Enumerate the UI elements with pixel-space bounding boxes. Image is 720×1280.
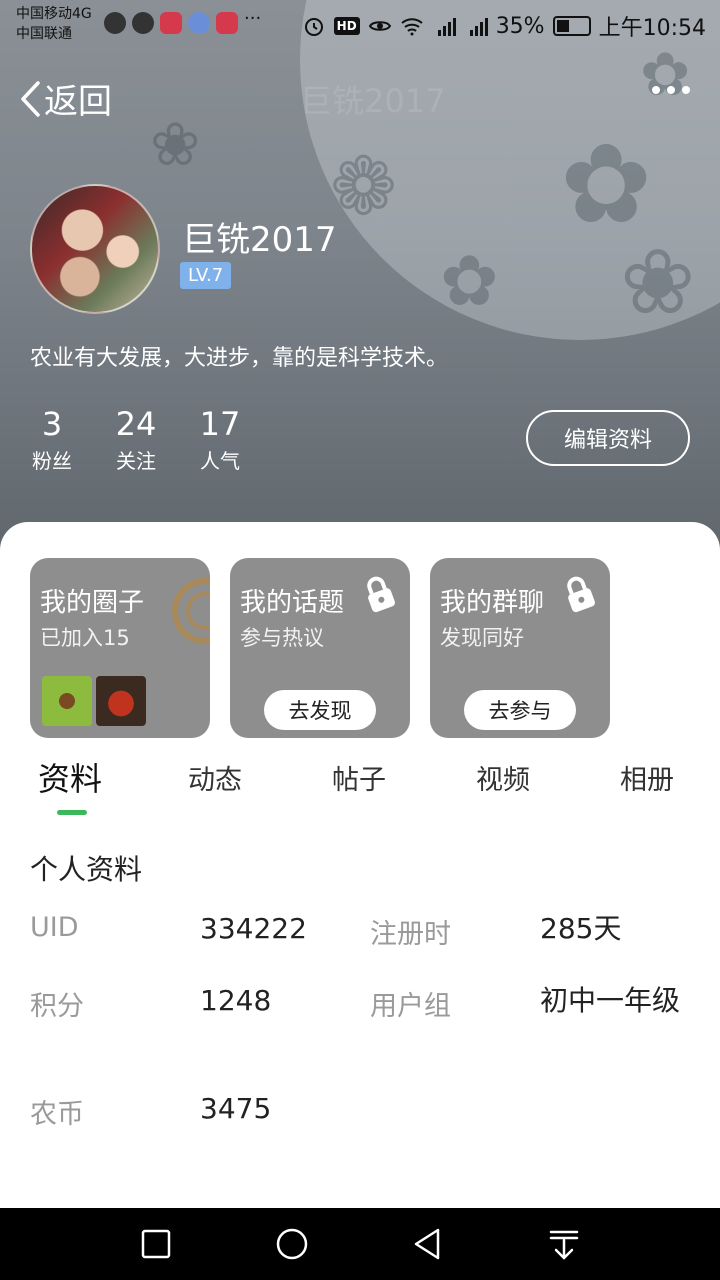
carrier-info: 中国移动4G 中国联通 — [16, 4, 92, 44]
circle-ring-icon — [172, 578, 210, 644]
card-title: 我的话题 — [240, 588, 345, 618]
chat-icon — [132, 12, 154, 34]
username: 巨铣2017 — [182, 220, 337, 260]
background-flower: ❀ — [620, 230, 696, 335]
background-flower: ❁ — [330, 140, 398, 233]
stat-popularity[interactable]: 17 人气 — [190, 404, 250, 476]
coin-value: 3475 — [200, 1092, 272, 1125]
stat-value: 24 — [115, 405, 157, 443]
user-group-label: 用户组 — [370, 991, 451, 1022]
status-bar: 中国移动4G 中国联通 ··· HD 35% 上午10:54 — [0, 0, 720, 50]
system-nav-bar — [0, 1208, 720, 1280]
lock-icon — [367, 576, 395, 613]
stat-value: 3 — [41, 405, 63, 443]
home-icon[interactable] — [274, 1226, 310, 1262]
stat-label: 关注 — [116, 449, 156, 473]
calendar-app-icon — [160, 12, 182, 34]
news-app-icon — [216, 12, 238, 34]
card-subtitle: 发现同好 — [440, 626, 524, 650]
carrier-1: 中国移动4G — [16, 6, 92, 22]
stat-value: 17 — [199, 405, 241, 443]
registration-label: 注册时 — [370, 919, 451, 950]
tab-albums[interactable]: 相册 — [620, 758, 674, 797]
eye-icon — [368, 21, 391, 31]
back-nav-icon[interactable] — [410, 1226, 446, 1262]
signal-icon — [469, 18, 488, 36]
avatar[interactable] — [30, 184, 160, 314]
card-title: 我的圈子 — [40, 588, 145, 618]
card-subtitle: 已加入15 — [40, 626, 130, 650]
notification-icons: ··· — [104, 8, 270, 34]
back-label: 返回 — [44, 82, 112, 122]
signal-4g-icon — [437, 18, 456, 36]
card-subtitle: 参与热议 — [240, 626, 324, 650]
card-title: 我的群聊 — [440, 588, 545, 618]
section-title: 个人资料 — [30, 853, 143, 886]
stat-label: 粉丝 — [32, 449, 72, 473]
lock-icon — [567, 576, 595, 613]
card-my-group-chats[interactable]: 我的群聊 发现同好 去参与 — [430, 558, 610, 738]
back-button[interactable]: 返回 — [18, 74, 112, 123]
bio: 农业有大发展，大进步，靠的是科学技术。 — [30, 346, 449, 371]
tab-posts[interactable]: 帖子 — [332, 758, 386, 797]
level-badge: LV.7 — [180, 262, 232, 289]
faint-header-title: 巨铣2017 — [300, 82, 446, 120]
more-dot-icon — [667, 86, 675, 94]
notification-pulldown-icon[interactable] — [546, 1226, 582, 1262]
registration-value: 285天 — [540, 912, 622, 945]
stat-following[interactable]: 24 关注 — [106, 404, 166, 476]
circle-thumbnail[interactable] — [96, 676, 146, 726]
qq-icon — [104, 12, 126, 34]
battery-percent: 35% — [495, 13, 545, 39]
stat-label: 人气 — [200, 449, 240, 473]
battery-icon — [552, 16, 591, 36]
recent-apps-icon[interactable] — [138, 1226, 174, 1262]
profile-tabs: 资料 动态 帖子 视频 相册 — [0, 758, 720, 818]
user-group-value: 初中一年级 — [540, 984, 681, 1017]
more-dot-icon — [682, 86, 690, 94]
card-my-topics[interactable]: 我的话题 参与热议 去发现 — [230, 558, 410, 738]
join-button[interactable]: 去参与 — [464, 690, 576, 730]
hd-icon: HD — [333, 17, 360, 35]
background-flower: ✿ — [640, 40, 691, 110]
active-tab-indicator — [57, 810, 87, 815]
card-my-circles[interactable]: 我的圈子 已加入15 — [30, 558, 210, 738]
background-flower: ❀ — [150, 110, 201, 180]
background-flower: ✿ — [440, 240, 499, 322]
circle-thumbnail[interactable] — [42, 676, 92, 726]
tab-videos[interactable]: 视频 — [476, 758, 530, 797]
stat-fans[interactable]: 3 粉丝 — [22, 404, 82, 476]
chevron-left-icon — [21, 80, 40, 117]
uid-label: UID — [30, 912, 79, 943]
music-app-icon — [188, 12, 210, 34]
points-value: 1248 — [200, 984, 272, 1017]
clock: 上午10:54 — [598, 16, 706, 41]
more-notifications-icon: ··· — [244, 8, 262, 29]
tab-activity[interactable]: 动态 — [188, 758, 242, 797]
tab-profile[interactable]: 资料 — [38, 754, 102, 800]
status-right: HD 35% 上午10:54 — [302, 10, 706, 42]
coin-label: 农币 — [30, 1099, 84, 1130]
alarm-icon — [304, 18, 323, 36]
uid-value: 334222 — [200, 912, 307, 945]
edit-profile-button[interactable]: 编辑资料 — [526, 410, 690, 466]
more-dot-icon — [652, 86, 660, 94]
more-options-button[interactable] — [652, 86, 690, 94]
background-flower: ✿ — [560, 120, 653, 248]
discover-button[interactable]: 去发现 — [264, 690, 376, 730]
points-label: 积分 — [30, 991, 84, 1022]
carrier-2: 中国联通 — [16, 26, 72, 42]
wifi-icon — [401, 18, 423, 36]
